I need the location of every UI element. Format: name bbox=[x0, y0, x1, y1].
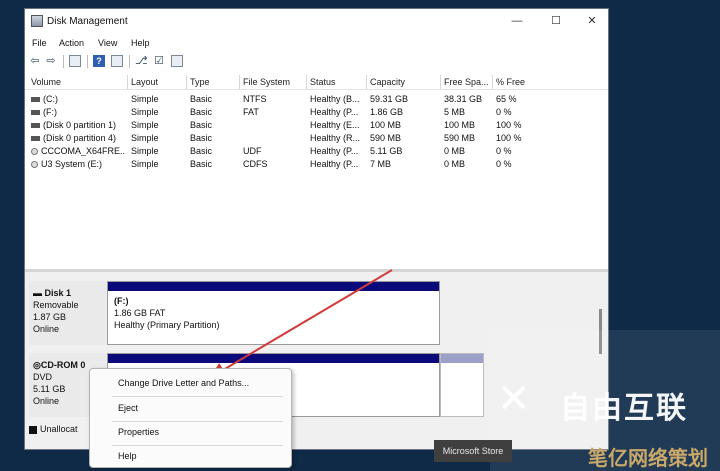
menu-separator bbox=[112, 421, 283, 422]
menu-separator bbox=[112, 396, 283, 397]
menu-item-properties[interactable]: Properties bbox=[118, 427, 159, 437]
microsoft-store-badge: Microsoft Store bbox=[434, 440, 512, 462]
context-menu: Change Drive Letter and Paths... Eject P… bbox=[89, 368, 292, 468]
menu-item-change-drive-letter[interactable]: Change Drive Letter and Paths... bbox=[118, 378, 249, 388]
menu-item-help[interactable]: Help bbox=[118, 451, 137, 461]
menu-separator bbox=[112, 445, 283, 446]
watermark-text: 自由互联 bbox=[560, 391, 688, 426]
watermark-subtext: 笔亿网络策划 bbox=[588, 446, 708, 470]
watermark-logo-icon: ✕ bbox=[497, 376, 531, 422]
menu-item-eject[interactable]: Eject bbox=[118, 403, 138, 413]
